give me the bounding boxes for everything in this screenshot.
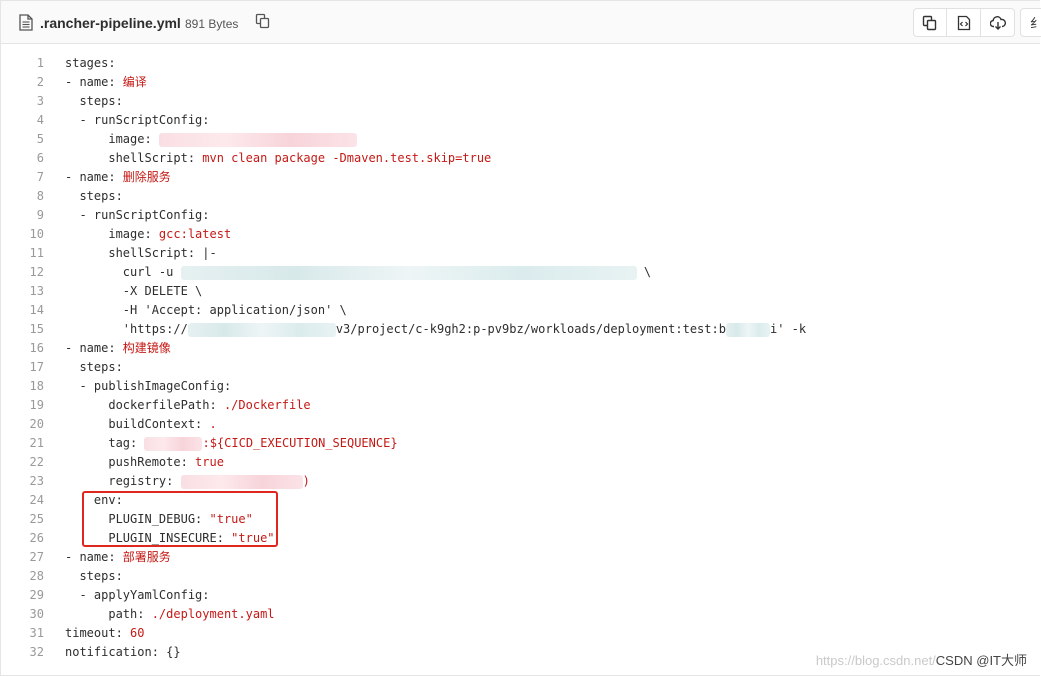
code-line-5: image:: [65, 130, 1041, 149]
code-lines: stages: - name: 编译 steps: - runScriptCon…: [65, 54, 1041, 662]
file-name: .rancher-pipeline.yml: [40, 15, 181, 31]
file-holder: .rancher-pipeline.yml 891 Bytes 纟 1 2 3 …: [0, 0, 1041, 677]
open-raw-button[interactable]: [947, 8, 981, 37]
line-number[interactable]: 32: [1, 643, 51, 662]
line-number[interactable]: 28: [1, 567, 51, 586]
code-line-22: pushRemote: true: [65, 455, 224, 469]
code-line-2: - name: 编译: [65, 75, 147, 89]
code-line-6: shellScript: mvn clean package -Dmaven.t…: [65, 151, 492, 165]
more-actions-button[interactable]: 纟: [1020, 8, 1041, 37]
redacted-tag-prefix: [144, 436, 203, 451]
more-actions-label: 纟: [1030, 16, 1041, 31]
file-icon: [19, 14, 33, 31]
code-viewer: 1 2 3 4 5 6 7 8 9 10 11 12 13 14 15 16 17 18 19 20 21 22 23 24 2…: [1, 44, 1041, 677]
code-line-4: - runScriptConfig:: [65, 113, 210, 127]
code-line-13: -X DELETE \: [65, 284, 203, 298]
code-line-15: 'https://v3/project/c-k9gh2:p-pv9bz/work…: [65, 322, 807, 337]
line-number[interactable]: 14: [1, 301, 51, 320]
code-line-12: curl -u \: [65, 265, 652, 280]
watermark-brand: CSDN @IT大师: [935, 653, 1027, 668]
line-number[interactable]: 24: [1, 491, 51, 510]
code-line-10: image: gcc:latest: [65, 227, 232, 241]
line-number[interactable]: 15: [1, 320, 51, 339]
code-line-17: steps:: [65, 360, 123, 374]
code-line-8: steps:: [65, 189, 123, 203]
watermark-url: https://blog.csdn.net/: [815, 653, 936, 668]
line-number[interactable]: 27: [1, 548, 51, 567]
line-number[interactable]: 19: [1, 396, 51, 415]
line-number[interactable]: 4: [1, 111, 51, 130]
line-number[interactable]: 23: [1, 472, 51, 491]
code-line-18: - publishImageConfig:: [65, 379, 232, 393]
line-number[interactable]: 26: [1, 529, 51, 548]
line-number[interactable]: 16: [1, 339, 51, 358]
line-number[interactable]: 18: [1, 377, 51, 396]
download-button[interactable]: [981, 8, 1015, 37]
code-line-30: path: ./deployment.yaml: [65, 607, 275, 621]
raw-file-icon: [957, 15, 970, 30]
line-number[interactable]: 21: [1, 434, 51, 453]
line-number[interactable]: 9: [1, 206, 51, 225]
line-number[interactable]: 17: [1, 358, 51, 377]
line-number[interactable]: 7: [1, 168, 51, 187]
line-number[interactable]: 12: [1, 263, 51, 282]
copy-path-icon[interactable]: [255, 13, 271, 29]
redacted-host: [187, 322, 336, 337]
code-line-23: registry: ): [65, 474, 310, 489]
code-line-29: - applyYamlConfig:: [65, 588, 210, 602]
code-line-27: - name: 部署服务: [65, 550, 171, 564]
file-size: 891 Bytes: [185, 17, 239, 31]
code-line-9: - runScriptConfig:: [65, 208, 210, 222]
code-line-31: timeout: 60: [65, 626, 145, 640]
copy-icon: [922, 15, 937, 30]
code-line-20: buildContext: .: [65, 417, 217, 431]
code-line-21: tag: :${CICD_EXECUTION_SEQUENCE}: [65, 436, 398, 451]
download-icon: [989, 15, 1006, 30]
copy-contents-button[interactable]: [913, 8, 947, 37]
line-number[interactable]: 13: [1, 282, 51, 301]
code-line-16: - name: 构建镜像: [65, 341, 171, 355]
code-line-19: dockerfilePath: ./Dockerfile: [65, 398, 311, 412]
line-number[interactable]: 30: [1, 605, 51, 624]
file-header: .rancher-pipeline.yml 891 Bytes 纟: [1, 1, 1041, 44]
line-number[interactable]: 11: [1, 244, 51, 263]
line-number[interactable]: 3: [1, 92, 51, 111]
line-number[interactable]: 31: [1, 624, 51, 643]
env-highlight-box: [82, 491, 278, 547]
code-line-3: steps:: [65, 94, 123, 108]
line-number[interactable]: 10: [1, 225, 51, 244]
line-number[interactable]: 5: [1, 130, 51, 149]
line-number[interactable]: 22: [1, 453, 51, 472]
line-number[interactable]: 25: [1, 510, 51, 529]
watermark: https://blog.csdn.net/CSDN @IT大师: [816, 650, 1027, 669]
line-number[interactable]: 2: [1, 73, 51, 92]
line-number[interactable]: 1: [1, 54, 51, 73]
line-number[interactable]: 29: [1, 586, 51, 605]
code-line-7: - name: 删除服务: [65, 170, 171, 184]
line-number-gutter: 1 2 3 4 5 6 7 8 9 10 11 12 13 14 15 16 17 18 19 20 21 22 23 24 2…: [1, 54, 51, 662]
line-number[interactable]: 6: [1, 149, 51, 168]
redacted-image-value: [158, 132, 357, 147]
redacted-credentials: [180, 265, 637, 280]
code-line-1: stages:: [65, 56, 116, 70]
code-line-11: shellScript: |-: [65, 246, 217, 260]
line-number[interactable]: 8: [1, 187, 51, 206]
code-line-28: steps:: [65, 569, 123, 583]
code-line-14: -H 'Accept: application/json' \: [65, 303, 347, 317]
redacted-token: [725, 322, 770, 337]
line-number[interactable]: 20: [1, 415, 51, 434]
redacted-registry: [180, 474, 303, 489]
